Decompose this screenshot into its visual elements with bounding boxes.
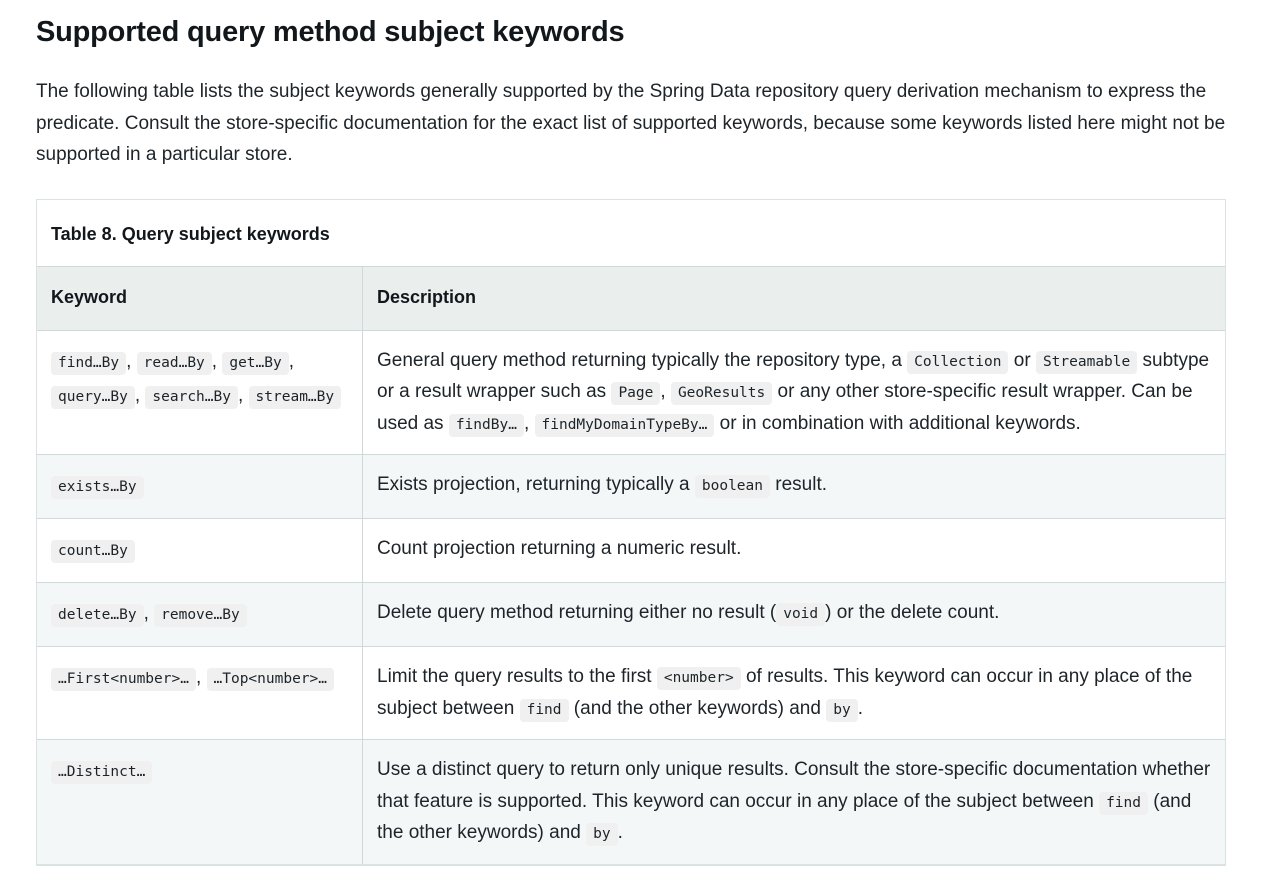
- code-chip: …Distinct…: [51, 761, 153, 784]
- text-run: Use a distinct query to return only uniq…: [377, 759, 1211, 812]
- text-run: General query method returning typically…: [377, 349, 908, 371]
- code-chip: Streamable: [1035, 350, 1138, 374]
- cell-description: Limit the query results to the first <nu…: [362, 646, 1225, 740]
- text-run: Exists projection, returning typically a: [377, 474, 695, 495]
- code-chip: <number>: [656, 667, 741, 690]
- text-run: ,: [134, 384, 146, 406]
- code-chip: void: [776, 603, 826, 626]
- code-chip: findMyDomainTypeBy…: [534, 413, 715, 437]
- cell-description: Delete query method returning either no …: [362, 582, 1225, 647]
- text-run: or in combination with additional keywor…: [714, 412, 1081, 434]
- cell-description: Count projection returning a numeric res…: [362, 518, 1225, 583]
- code-chip: count…By: [51, 540, 135, 563]
- code-chip: …Top<number>…: [206, 668, 335, 691]
- table-caption: Table 8. Query subject keywords: [37, 199, 1225, 266]
- query-subject-keywords-table: Keyword Description find…By, read…By, ge…: [37, 265, 1225, 864]
- text-run: or: [1008, 349, 1036, 371]
- cell-keyword: count…By: [37, 518, 363, 583]
- text-run: ,: [211, 350, 223, 372]
- cell-description: Exists projection, returning typically a…: [362, 454, 1225, 519]
- code-chip: Page: [611, 382, 661, 405]
- code-chip: GeoResults: [670, 382, 773, 405]
- text-run: .: [857, 697, 863, 719]
- column-header-description: Description: [362, 265, 1225, 331]
- text-run: ,: [126, 350, 137, 372]
- cell-keyword: exists…By: [37, 454, 363, 519]
- cell-keyword: …First<number>…, …Top<number>…: [37, 646, 363, 740]
- text-run: ,: [660, 381, 671, 402]
- cell-description: Use a distinct query to return only uniq…: [362, 739, 1225, 864]
- code-chip: by: [826, 698, 858, 722]
- cell-keyword: find…By, read…By, get…By, query…By, sear…: [37, 330, 363, 455]
- code-chip: …First<number>…: [51, 668, 196, 691]
- text-run: Limit the query results to the first: [377, 666, 657, 687]
- table-row: …First<number>…, …Top<number>… Limit the …: [37, 646, 1225, 740]
- code-chip: by: [586, 823, 618, 846]
- code-chip: delete…By: [51, 604, 144, 627]
- code-chip: Collection: [907, 350, 1009, 374]
- cell-keyword: delete…By, remove…By: [37, 582, 363, 647]
- text-run: .: [617, 822, 623, 843]
- table-row: count…By Count projection returning a num…: [37, 518, 1225, 583]
- table-row: find…By, read…By, get…By, query…By, sear…: [37, 330, 1225, 455]
- text-run: ,: [143, 603, 155, 624]
- table-row: delete…By, remove…By Delete query method …: [37, 582, 1225, 647]
- text-run: result.: [769, 474, 828, 495]
- code-chip: exists…By: [51, 476, 144, 499]
- documentation-page: Supported query method subject keywords …: [0, 0, 1269, 866]
- query-subject-keywords-table-block: Table 8. Query subject keywords Keyword …: [36, 198, 1226, 866]
- code-chip: get…By: [222, 351, 289, 375]
- cell-keyword: …Distinct…: [37, 739, 363, 864]
- table-header-row: Keyword Description: [37, 265, 1225, 331]
- code-chip: query…By: [51, 385, 135, 409]
- code-chip: remove…By: [154, 604, 247, 627]
- page-title: Supported query method subject keywords: [36, 16, 625, 48]
- text-run: ) or the delete count.: [825, 602, 1000, 623]
- code-chip: read…By: [136, 351, 212, 375]
- code-chip: find: [1099, 791, 1148, 815]
- table-head: Keyword Description: [37, 265, 1225, 331]
- text-run: Count projection returning a numeric res…: [377, 538, 742, 559]
- code-chip: stream…By: [248, 385, 342, 409]
- table-row: …Distinct… Use a distinct query to return…: [37, 739, 1225, 864]
- text-run: (and the other keywords) and: [568, 697, 827, 719]
- text-run: Delete query method returning either no …: [377, 602, 777, 623]
- column-header-keyword: Keyword: [37, 265, 363, 331]
- code-chip: find…By: [51, 351, 127, 375]
- code-chip: boolean: [694, 475, 770, 498]
- code-chip: findBy…: [448, 413, 524, 437]
- text-run: ,: [195, 667, 207, 688]
- text-run: ,: [288, 350, 295, 372]
- cell-description: General query method returning typically…: [362, 330, 1225, 455]
- text-run: ,: [237, 384, 249, 406]
- code-chip: search…By: [145, 385, 238, 409]
- code-chip: find: [519, 698, 569, 722]
- intro-paragraph: The following table lists the subject ke…: [36, 81, 1226, 165]
- table-row: exists…By Exists projection, returning ty…: [37, 454, 1225, 519]
- table-body: find…By, read…By, get…By, query…By, sear…: [37, 330, 1225, 864]
- text-run: ,: [523, 412, 535, 434]
